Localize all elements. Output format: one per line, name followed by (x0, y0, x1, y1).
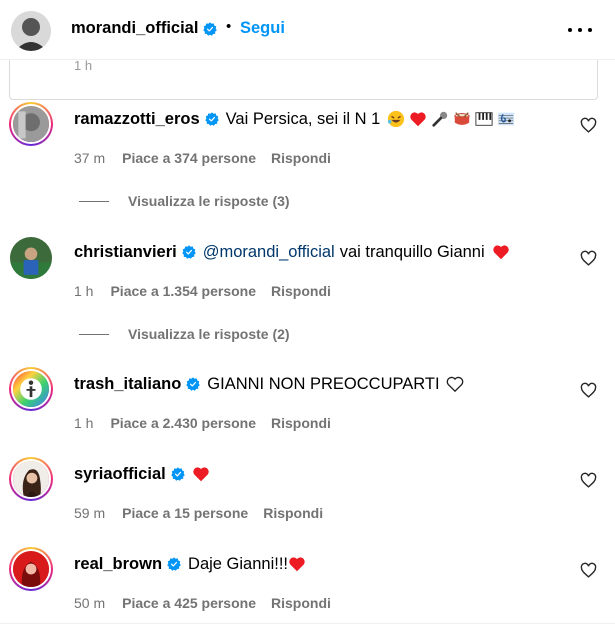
comment-time: 59 m (74, 505, 106, 521)
comment-item: real_brown Daje Gianni!!! 50 m Piace a 4… (0, 545, 615, 620)
comment-avatar[interactable] (9, 367, 53, 411)
like-heart-icon[interactable] (580, 562, 597, 579)
likes-count[interactable]: Piace a 425 persone (122, 595, 256, 611)
replies-line (79, 333, 109, 335)
comment-time: 1 h (74, 415, 94, 431)
red-heart-emoji (492, 245, 509, 260)
header-avatar[interactable] (11, 11, 51, 51)
comment-username[interactable]: christianvieri (74, 241, 177, 263)
like-heart-icon[interactable] (580, 117, 597, 134)
rofl-emoji (388, 110, 405, 128)
replies-line (79, 200, 109, 202)
likes-count[interactable]: Piace a 374 persone (122, 150, 256, 166)
comment-item: ramazzotti_eros Vai Persica, sei il N 1 … (0, 100, 615, 220)
comment-avatar[interactable] (9, 102, 53, 146)
music-score-emoji (498, 112, 515, 126)
reply-button[interactable]: Rispondi (271, 415, 331, 431)
verified-icon (170, 467, 185, 481)
verified-icon (167, 557, 181, 571)
drum-emoji (454, 112, 470, 125)
bottom-divider (0, 623, 615, 631)
post-header: morandi_official • Segui (0, 0, 615, 60)
verified-icon (186, 377, 201, 391)
comment-avatar[interactable] (9, 457, 53, 501)
verified-icon (204, 112, 219, 126)
red-heart-emoji (193, 467, 209, 482)
caption-time: 1 h (74, 60, 93, 73)
comment-username[interactable]: ramazzotti_eros (74, 108, 200, 130)
comment-text: Vai Persica, sei il N 1 (225, 110, 381, 128)
comment-item: syriaofficial 59 m Piace a 15 persone Ri… (0, 455, 615, 530)
header-username[interactable]: morandi_official (71, 19, 218, 38)
view-replies-button[interactable]: Visualizza le risposte (3) (79, 193, 290, 209)
microphone-emoji (432, 111, 448, 127)
caption-box: 1 h (9, 60, 598, 100)
red-heart-emoji (410, 112, 427, 127)
more-options-icon[interactable] (568, 20, 592, 40)
comment-username[interactable]: trash_italiano (74, 373, 181, 395)
reply-button[interactable]: Rispondi (263, 505, 323, 521)
view-replies-button[interactable]: Visualizza le risposte (2) (79, 326, 290, 342)
follow-button[interactable]: Segui (240, 19, 285, 38)
comment-username[interactable]: real_brown (74, 553, 162, 575)
comment-time: 1 h (74, 283, 94, 299)
reply-button[interactable]: Rispondi (271, 150, 331, 166)
comment-time: 50 m (74, 595, 106, 611)
comment-mention[interactable]: @morandi_official (203, 241, 335, 263)
separator-dot: • (226, 18, 232, 35)
red-heart-emoji (289, 557, 305, 572)
comment-username[interactable]: syriaofficial (74, 463, 166, 485)
comment-item: christianvieri @morandi_official vai tra… (0, 235, 615, 355)
comment-time: 37 m (74, 150, 106, 166)
comment-avatar[interactable] (10, 237, 52, 279)
verified-icon (203, 21, 218, 36)
reply-button[interactable]: Rispondi (271, 283, 331, 299)
comment-avatar[interactable] (9, 547, 53, 591)
likes-count[interactable]: Piace a 1.354 persone (110, 283, 256, 299)
comment-item: trash_italiano GIANNI NON PREOCCUPARTI 1… (0, 365, 615, 440)
comment-text: vai tranquillo Gianni (339, 243, 485, 261)
reply-button[interactable]: Rispondi (271, 595, 331, 611)
comment-text: GIANNI NON PREOCCUPARTI (207, 375, 440, 393)
verified-icon (181, 245, 196, 259)
like-heart-icon[interactable] (580, 250, 597, 267)
white-heart-emoji (446, 376, 463, 393)
likes-count[interactable]: Piace a 15 persone (122, 505, 248, 521)
like-heart-icon[interactable] (580, 472, 597, 489)
like-heart-icon[interactable] (580, 382, 597, 399)
piano-emoji (475, 112, 493, 126)
likes-count[interactable]: Piace a 2.430 persone (110, 415, 256, 431)
comment-text: Daje Gianni!!! (188, 555, 288, 573)
